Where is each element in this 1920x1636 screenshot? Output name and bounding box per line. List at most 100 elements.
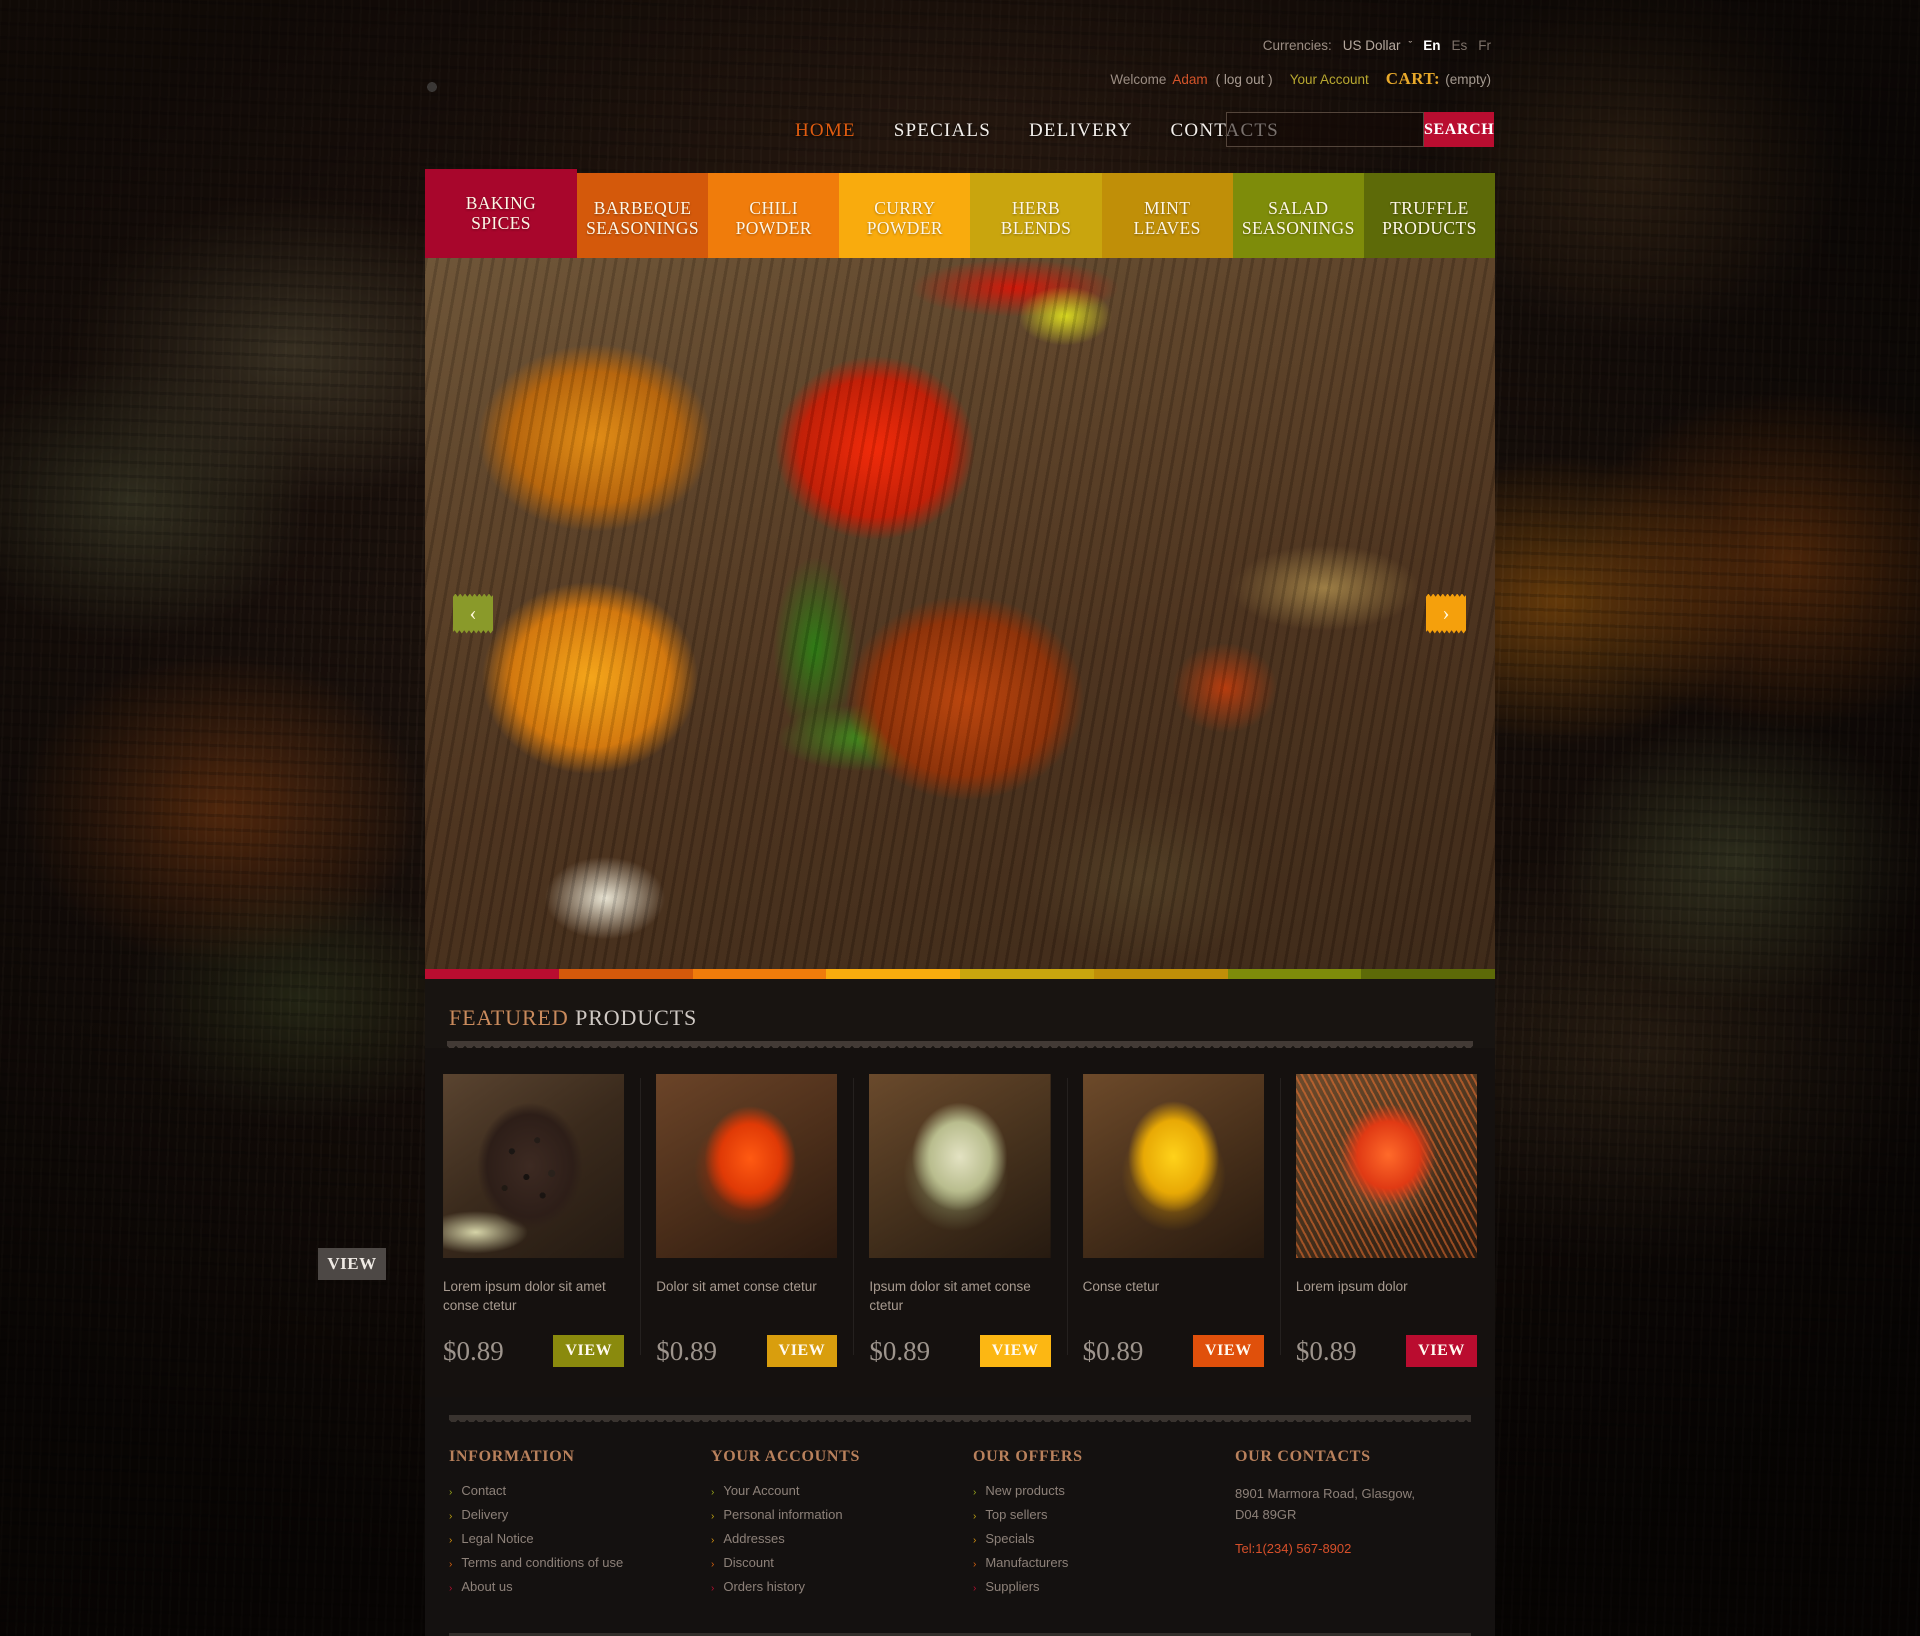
footer-link-item[interactable]: › Manufacturers	[973, 1555, 1235, 1570]
logout-link[interactable]: ( log out )	[1216, 72, 1273, 87]
logo-edge-right	[664, 22, 670, 152]
chevron-right-icon: ›	[973, 1583, 977, 1595]
category-tab-baking[interactable]: BAKING SPICES	[425, 169, 577, 258]
product-name[interactable]: Lorem ipsum dolor sit amet conse ctetur	[443, 1277, 624, 1315]
footer-link-label: New products	[985, 1483, 1065, 1499]
cart-link[interactable]: CART:	[1386, 69, 1440, 89]
footer-link-item[interactable]: › Top sellers	[973, 1507, 1235, 1522]
accent-bar-segment-6	[1227, 969, 1362, 979]
chevron-right-icon: ›	[711, 1511, 715, 1523]
nav-home[interactable]: HOME	[795, 120, 856, 142]
product-price: $0.89	[869, 1335, 931, 1366]
category-tab-chili[interactable]: CHILI POWDER	[708, 173, 840, 258]
slider-next-button[interactable]: ›	[1426, 593, 1466, 634]
footer-column: INFORMATION › Contact › Delivery › Legal Notic…	[449, 1448, 711, 1603]
footer-column-heading: INFORMATION	[449, 1448, 575, 1466]
footer-link-item[interactable]: › Contact	[449, 1483, 711, 1498]
category-tab-line-2: PRODUCTS	[1382, 218, 1477, 238]
tab-zigzag-edge	[1232, 173, 1364, 181]
footer-link-label: Specials	[985, 1531, 1035, 1547]
logo-text-secondary: STORE	[453, 89, 638, 141]
footer-column-heading: OUR OFFERS	[973, 1448, 1083, 1466]
nav-delivery[interactable]: DELIVERY	[1029, 120, 1133, 142]
page-container: SPICE STORE Currencies: US Dollar ˇ En E…	[421, 0, 1495, 1636]
footer-link-list: › Contact › Delivery › Legal Notice › Terms and…	[449, 1483, 711, 1594]
product-view-button[interactable]: VIEW	[979, 1335, 1051, 1368]
user-name: Adam	[1172, 72, 1208, 87]
language-en[interactable]: En	[1423, 38, 1440, 53]
language-es[interactable]: Es	[1451, 38, 1467, 53]
product-view-button[interactable]: VIEW	[766, 1335, 838, 1367]
category-tab-line-2: POWDER	[735, 218, 812, 238]
product-name[interactable]: Lorem ipsum dolor	[1296, 1277, 1477, 1315]
product-name[interactable]: Conse ctetur	[1083, 1277, 1264, 1315]
product-image[interactable]	[656, 1074, 838, 1258]
nav-specials[interactable]: SPECIALS	[894, 120, 991, 142]
product-footer: $0.89 VIEW	[1083, 1335, 1264, 1367]
background-view-button[interactable]: VIEW	[318, 1248, 386, 1280]
category-tab-line-2: BLENDS	[1000, 218, 1072, 238]
chevron-right-icon: ›	[973, 1487, 977, 1499]
chevron-right-icon: ›	[973, 1511, 977, 1523]
category-tab-truffle[interactable]: TRUFFLE PRODUCTS	[1363, 173, 1495, 258]
category-tab-herb[interactable]: HERB BLENDS	[970, 173, 1102, 258]
category-tab-line-1: BAKING	[465, 192, 537, 213]
header-utility-bar: Currencies: US Dollar ˇ En Es Fr Welcome…	[1110, 38, 1491, 89]
language-fr[interactable]: Fr	[1478, 38, 1491, 53]
category-tab-mint[interactable]: MINT LEAVES	[1101, 173, 1233, 258]
product-name[interactable]: Ipsum dolor sit amet conse ctetur	[869, 1277, 1050, 1315]
footer-link-label: Orders history	[723, 1579, 805, 1595]
product-footer: $0.89 VIEW	[443, 1335, 625, 1368]
search-input[interactable]	[1226, 112, 1424, 147]
category-tab-salad[interactable]: SALAD SEASONINGS	[1232, 173, 1364, 258]
category-tab-barbeque[interactable]: BARBEQUE SEASONINGS	[577, 173, 709, 258]
footer-link-item[interactable]: › About us	[449, 1579, 711, 1594]
accent-bar-segment-5	[1093, 969, 1228, 979]
site-logo[interactable]: SPICE STORE	[421, 16, 670, 152]
tab-zigzag-edge	[1363, 173, 1495, 181]
search-box: SEARCH	[1226, 112, 1495, 147]
slider-prev-button[interactable]: ‹	[453, 593, 493, 634]
product-view-button[interactable]: VIEW	[553, 1335, 625, 1368]
footer-link-label: Suppliers	[985, 1579, 1040, 1595]
product-view-button[interactable]: VIEW	[1406, 1335, 1478, 1367]
product-name[interactable]: Dolor sit amet conse ctetur	[656, 1277, 837, 1315]
footer-link-item[interactable]: › Addresses	[711, 1531, 973, 1546]
footer-link-item[interactable]: › Delivery	[449, 1507, 711, 1522]
footer-link-item[interactable]: › Specials	[973, 1531, 1235, 1546]
category-tab-line-1: MINT	[1143, 198, 1191, 219]
product-card: Lorem ipsum dolor $0.89 VIEW	[1279, 1074, 1493, 1367]
featured-products-title: FEATURED PRODUCTS	[447, 1005, 1473, 1031]
site-footer: INFORMATION › Contact › Delivery › Legal Notic…	[425, 1397, 1495, 1634]
footer-link-item[interactable]: › Discount	[711, 1555, 973, 1570]
tab-zigzag-edge	[1101, 173, 1233, 181]
tab-zigzag-edge	[577, 173, 709, 181]
currency-selector[interactable]: US Dollar ˇ	[1343, 38, 1412, 53]
footer-phone[interactable]: Tel:1(234) 567-8902	[1235, 1541, 1471, 1556]
search-button[interactable]: SEARCH	[1424, 112, 1495, 147]
footer-link-item[interactable]: › Your Account	[711, 1483, 973, 1498]
your-account-link[interactable]: Your Account	[1290, 72, 1369, 87]
footer-link-label: Terms and conditions of use	[461, 1555, 624, 1571]
product-image[interactable]	[1295, 1074, 1478, 1258]
footer-link-label: Legal Notice	[461, 1531, 534, 1547]
footer-link-label: Your Account	[723, 1483, 800, 1499]
category-tab-curry[interactable]: CURRY POWDER	[839, 173, 971, 258]
footer-link-item[interactable]: › Personal information	[711, 1507, 973, 1522]
product-image[interactable]	[443, 1074, 625, 1258]
footer-link-item[interactable]: › Terms and conditions of use	[449, 1555, 711, 1570]
footer-link-item[interactable]: › New products	[973, 1483, 1235, 1498]
chevron-right-icon: ›	[711, 1583, 715, 1595]
category-tab-line-1: CURRY	[874, 198, 936, 219]
main-navigation: HOME SPECIALS DELIVERY CONTACTS	[795, 120, 1279, 142]
logo-text-primary: SPICE	[451, 31, 640, 100]
footer-link-label: Manufacturers	[985, 1555, 1069, 1571]
product-image[interactable]	[1082, 1074, 1264, 1258]
product-view-button[interactable]: VIEW	[1192, 1335, 1264, 1367]
footer-link-item[interactable]: › Suppliers	[973, 1579, 1235, 1594]
product-image[interactable]	[869, 1074, 1051, 1258]
product-price: $0.89	[656, 1335, 717, 1366]
footer-link-item[interactable]: › Orders history	[711, 1579, 973, 1594]
footer-link-item[interactable]: › Legal Notice	[449, 1531, 711, 1546]
product-footer: $0.89 VIEW	[1296, 1335, 1478, 1367]
